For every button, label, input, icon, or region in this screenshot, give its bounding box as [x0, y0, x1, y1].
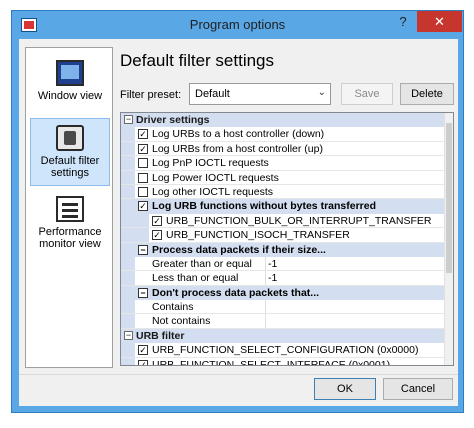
checkbox-label: Log URB functions without bytes transfer…: [152, 200, 377, 213]
collapse-toggle-icon[interactable]: −: [124, 115, 133, 124]
filter-preset-select[interactable]: Default ⌄: [189, 83, 331, 105]
property-label: Contains: [152, 301, 194, 314]
checkbox-row[interactable]: ✓ Log URBs from a host controller (up): [121, 141, 446, 157]
indent-gutter: [121, 184, 135, 199]
window-view-icon: [56, 60, 84, 86]
collapse-toggle-icon[interactable]: −: [138, 287, 148, 298]
checkbox[interactable]: [138, 158, 148, 169]
indent-gutter: [121, 141, 135, 156]
sidebar-item-default-filter-settings[interactable]: Default filter settings: [30, 118, 110, 186]
checkbox-label: URB_FUNCTION_ISOCH_TRANSFER: [166, 229, 350, 242]
checkbox[interactable]: [138, 186, 148, 197]
property-value-field[interactable]: [265, 314, 268, 328]
indent-gutter: [121, 228, 149, 242]
title-bar[interactable]: Program options ? ✕: [12, 11, 463, 39]
indent-gutter: [121, 271, 135, 285]
property-value-field[interactable]: [265, 300, 268, 314]
indent-gutter: [121, 343, 135, 357]
checkbox[interactable]: ✓: [152, 230, 162, 241]
program-options-window: Program options ? ✕ Window view Default …: [11, 10, 464, 413]
close-button[interactable]: ✕: [417, 11, 462, 32]
category-row[interactable]: − URB filter: [121, 328, 446, 344]
collapse-toggle-icon[interactable]: −: [138, 244, 148, 255]
checkbox[interactable]: ✓: [152, 215, 162, 226]
checkbox[interactable]: ✓: [138, 129, 148, 140]
sidebar-item-window-view[interactable]: Window view: [30, 60, 110, 102]
property-value-field[interactable]: -1: [265, 256, 277, 271]
property-rows: − Driver settings ✓ Log URBs to a host cont…: [121, 113, 446, 366]
save-button[interactable]: Save: [341, 83, 393, 105]
value-row[interactable]: Contains: [121, 300, 446, 315]
checkbox-row[interactable]: ✓ Log URBs to a host controller (down): [121, 127, 446, 142]
help-button[interactable]: ?: [390, 11, 416, 32]
sidebar-item-label: Default filter settings: [40, 155, 100, 179]
category-label: Driver settings: [136, 114, 210, 126]
indent-gutter: [121, 300, 135, 314]
checkbox-label: Log other IOCTL requests: [152, 185, 274, 198]
filter-settings-icon: [56, 125, 84, 151]
filter-preset-value: Default: [195, 88, 230, 100]
checkbox-row[interactable]: ✓ URB_FUNCTION_ISOCH_TRANSFER: [121, 228, 446, 243]
property-label: Less than or equal: [152, 272, 239, 285]
filter-preset-label: Filter preset:: [120, 89, 182, 101]
sidebar-item-label: Performance monitor view: [38, 226, 102, 250]
sidebar-item-label: Window view: [37, 90, 103, 102]
checkbox[interactable]: ✓: [138, 143, 148, 154]
category-label: URB filter: [136, 329, 185, 342]
checkbox-row[interactable]: Log Power IOCTL requests: [121, 170, 446, 185]
checkbox-row[interactable]: Log other IOCTL requests: [121, 184, 446, 200]
indent-gutter: [121, 256, 135, 271]
footer-divider: [19, 374, 458, 375]
category-row[interactable]: − Driver settings: [121, 113, 446, 128]
checkbox-row[interactable]: ✓ URB_FUNCTION_SELECT_CONFIGURATION (0x00…: [121, 343, 446, 358]
vertical-scrollbar[interactable]: [444, 113, 453, 365]
sidebar-item-performance-monitor-view[interactable]: Performance monitor view: [30, 196, 110, 250]
value-row[interactable]: Less than or equal -1: [121, 271, 446, 286]
checkbox-label: URB_FUNCTION_SELECT_CONFIGURATION (0x000…: [152, 344, 419, 357]
options-sidebar: Window view Default filter settings Perf…: [25, 47, 113, 368]
checkbox[interactable]: ✓: [138, 201, 148, 212]
checkbox-label: Log URBs from a host controller (up): [152, 142, 323, 155]
collapse-toggle-icon[interactable]: −: [124, 330, 133, 340]
ok-button[interactable]: OK: [314, 378, 376, 400]
value-row[interactable]: Not contains: [121, 314, 446, 329]
checkbox-row[interactable]: ✓ URB_FUNCTION_SELECT_INTERFACE (0x0001): [121, 357, 446, 366]
subcategory-checkbox-row[interactable]: ✓ Log URB functions without bytes transfe…: [121, 199, 446, 214]
subcategory-label: Don't process data packets that...: [152, 286, 320, 299]
performance-monitor-icon: [56, 196, 84, 222]
chevron-down-icon: ⌄: [317, 87, 326, 98]
delete-button[interactable]: Delete: [400, 83, 454, 105]
checkbox[interactable]: [138, 172, 148, 183]
dialog-client-area: Window view Default filter settings Perf…: [19, 39, 458, 406]
property-label: Not contains: [152, 315, 211, 328]
checkbox-row[interactable]: Log PnP IOCTL requests: [121, 156, 446, 171]
page-title: Default filter settings: [120, 51, 275, 70]
indent-gutter: [121, 170, 135, 184]
checkbox-label: URB_FUNCTION_BULK_OR_INTERRUPT_TRANSFER: [166, 214, 432, 227]
property-label: Greater than or equal: [152, 257, 252, 270]
checkbox[interactable]: ✓: [138, 345, 148, 356]
checkbox-label: Log URBs to a host controller (down): [152, 128, 325, 141]
checkbox-row[interactable]: ✓ URB_FUNCTION_BULK_OR_INTERRUPT_TRANSFER: [121, 213, 446, 229]
checkbox-label: URB_FUNCTION_SELECT_INTERFACE (0x0001): [152, 358, 391, 366]
value-row[interactable]: Greater than or equal -1: [121, 256, 446, 272]
subcategory-label: Process data packets if their size...: [152, 243, 326, 256]
property-value-field[interactable]: -1: [265, 271, 277, 285]
checkbox[interactable]: ✓: [138, 359, 148, 365]
indent-gutter: [121, 127, 135, 141]
indent-gutter: [121, 213, 149, 228]
checkbox-label: Log Power IOCTL requests: [152, 171, 279, 184]
cancel-button[interactable]: Cancel: [383, 378, 453, 400]
indent-gutter: [121, 156, 135, 170]
scrollbar-thumb[interactable]: [446, 123, 452, 273]
checkbox-label: Log PnP IOCTL requests: [152, 157, 269, 170]
subcategory-row[interactable]: − Process data packets if their size...: [121, 242, 446, 257]
subcategory-row[interactable]: − Don't process data packets that...: [121, 285, 446, 301]
indent-gutter: [121, 314, 135, 328]
indent-gutter: [121, 357, 135, 365]
filter-property-grid: − Driver settings ✓ Log URBs to a host cont…: [120, 112, 454, 366]
